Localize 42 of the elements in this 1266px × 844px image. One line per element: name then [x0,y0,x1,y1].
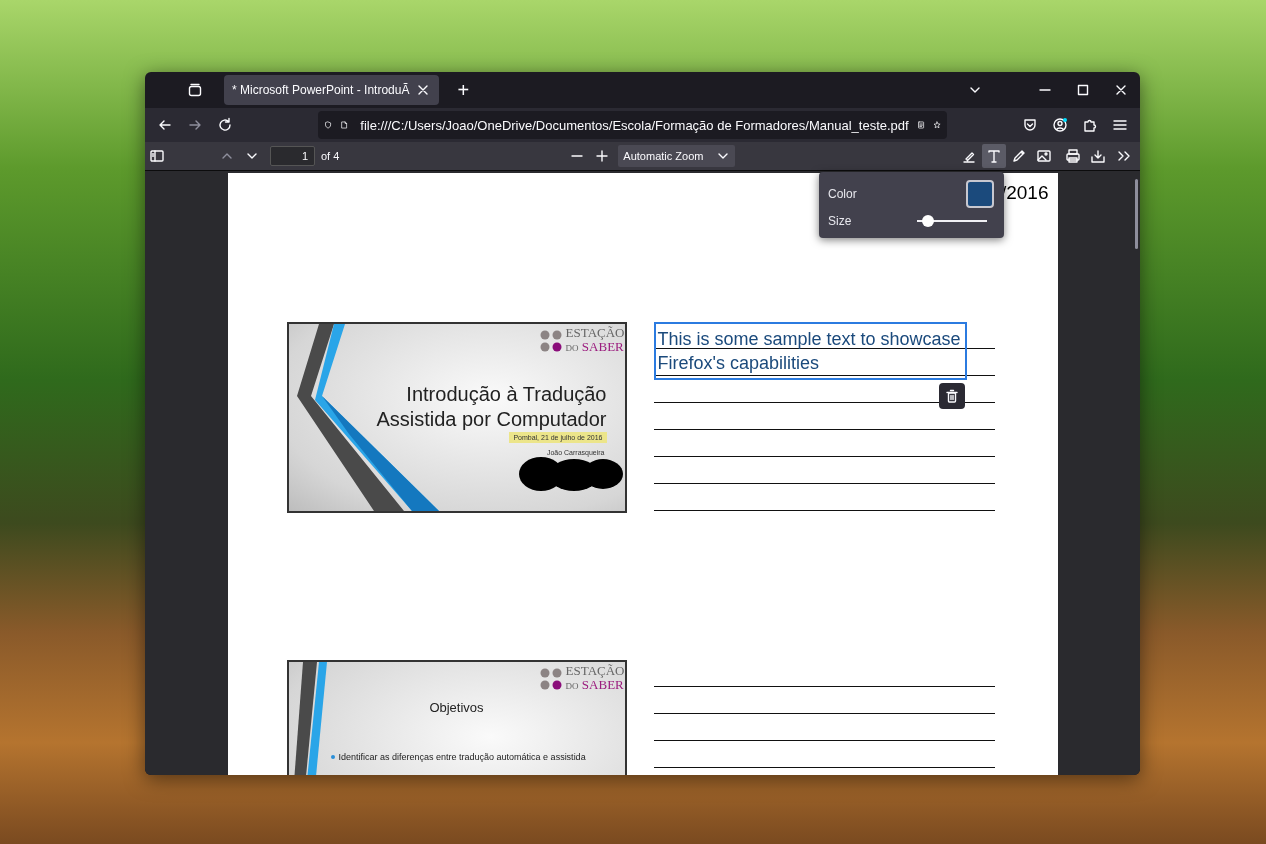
slider-thumb[interactable] [921,215,934,227]
slide-title: Objetivos [428,699,485,717]
maximize-icon[interactable] [1075,82,1091,98]
zoom-in-icon[interactable] [593,148,610,164]
logo-text: DO [565,343,579,353]
size-label: Size [828,214,853,228]
scrollbar-thumb[interactable] [1135,179,1138,249]
color-swatch[interactable] [966,180,994,208]
new-tab-button[interactable]: + [449,78,478,102]
tab-list-icon[interactable] [187,82,203,98]
extensions-icon[interactable] [1082,117,1098,133]
slide-title: Introdução à Tradução Assistida por Computador [375,382,607,432]
logo-text: ESTAÇÃO [565,664,625,678]
zoom-select[interactable]: Automatic Zoom [618,145,736,167]
delete-button[interactable] [938,383,965,409]
pen-icon [1010,148,1027,164]
page-number-field[interactable]: 1 [270,146,315,166]
page-count: of 4 [321,150,340,162]
url-text: file:///C:/Users/Joao/OneDrive/Documentos/Escola/Formação de Formadores/Manual_teste.pdf [360,117,909,133]
logo-dots-icon [539,329,562,352]
account-icon[interactable] [1052,117,1068,133]
logo-dots-icon [539,667,562,690]
logo-text: ESTAÇÃO [565,326,625,340]
bullet-text: Identificar as diferenças entre tradução automática e assistida [338,752,586,762]
color-label: Color [828,187,857,201]
logo-text: DO [565,681,579,691]
reload-icon[interactable] [217,117,233,133]
sidebar-icon[interactable] [149,148,165,164]
text-icon [985,148,1002,164]
address-bar[interactable]: file:///C:/Users/Joao/OneDrive/Documentos/Escola/Formação de Formadores/Manual_teste.pdf [318,111,947,139]
bullet-icon [330,755,335,759]
text-annotation[interactable]: This is some sample text to showcase Firefox's capabilities [653,322,967,380]
browser-tab[interactable]: * Microsoft PowerPoint - IntroduÃ [224,75,440,105]
logo-text: SABER [581,339,624,354]
trash-icon [943,388,960,404]
image-icon [1035,148,1052,164]
print-icon[interactable] [1064,148,1081,164]
menu-icon[interactable] [1112,117,1128,133]
save-icon[interactable] [1089,148,1106,164]
logo-text: SABER [581,677,624,692]
pocket-icon[interactable] [1022,117,1038,133]
text-tool-button[interactable] [981,144,1006,168]
